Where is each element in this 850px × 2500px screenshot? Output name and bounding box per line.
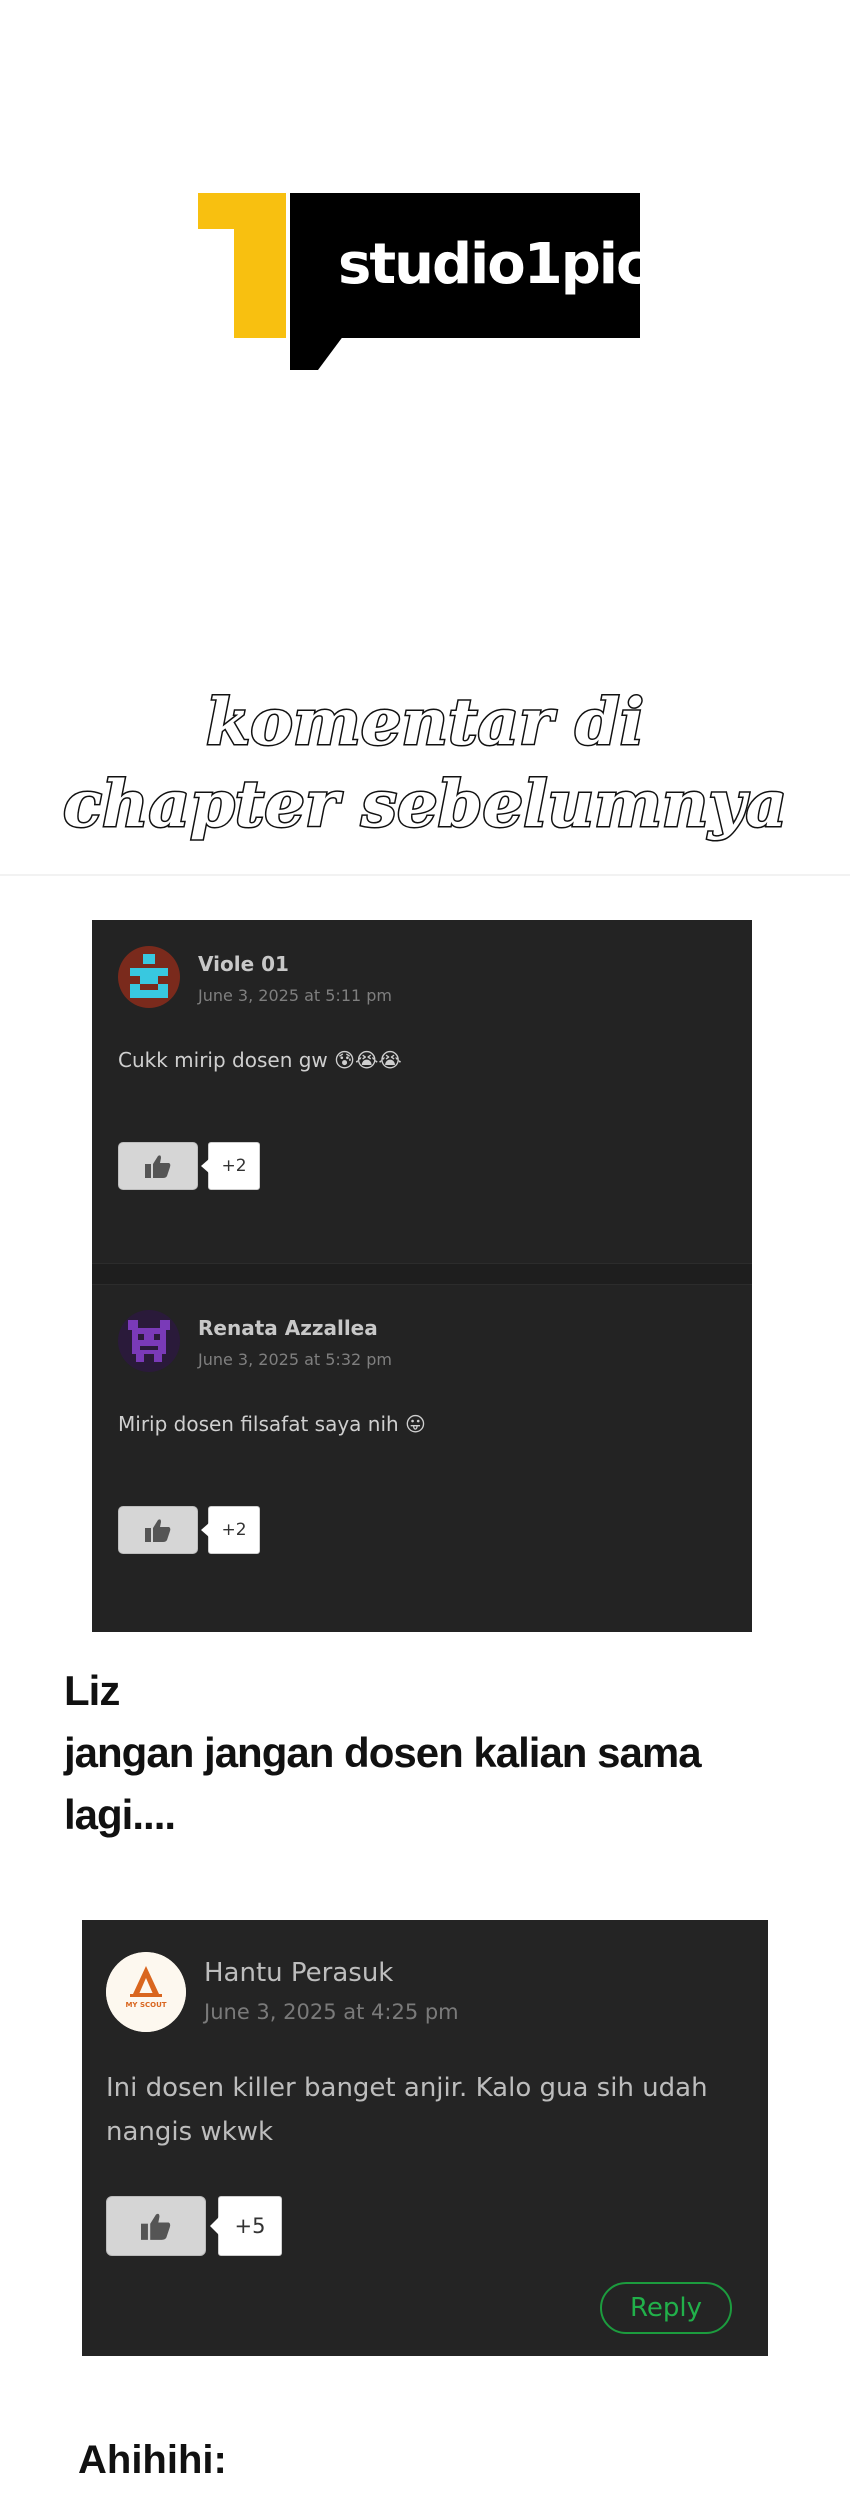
thumbs-up-icon (145, 1155, 171, 1178)
avatar (118, 946, 180, 1008)
comment-author: Viole 01 (198, 952, 289, 976)
like-count: +5 (210, 2196, 282, 2256)
like-button[interactable] (118, 1506, 198, 1554)
narration-line-2: jangan jangan dosen kalian sama (64, 1729, 702, 1776)
narration-text: Liz jangan jangan dosen kalian sama lagi… (64, 1660, 702, 1846)
comment-date: June 3, 2025 at 5:11 pm (198, 986, 393, 1005)
comment-text: Mirip dosen filsafat saya nih 😛 (118, 1412, 426, 1436)
like-count: +2 (201, 1142, 260, 1190)
studio1pic-logo: studio1pic (198, 193, 649, 370)
logo-one-flag (198, 193, 238, 229)
divider (0, 874, 850, 876)
thumbs-up-icon (141, 2213, 171, 2240)
logo-brand-text: studio1pic (338, 232, 649, 297)
logo-one-bar (234, 193, 286, 338)
comment-author: Hantu Perasuk (204, 1958, 394, 1988)
reply-button[interactable]: Reply (600, 2282, 732, 2334)
page-heading: komentar di chapter sebelumnya (0, 682, 850, 846)
comment-text-line-2: nangis wkwk (106, 2117, 274, 2147)
comment-date: June 3, 2025 at 4:25 pm (204, 2000, 459, 2024)
like-count: +2 (201, 1506, 260, 1554)
comments-screenshot-1: Viole 01 June 3, 2025 at 5:11 pm Cukk mi… (92, 920, 752, 1632)
comments-screenshot-2: MY SCOUT Hantu Perasuk June 3, 2025 at 4… (82, 1920, 768, 2356)
comment-date: June 3, 2025 at 5:32 pm (198, 1350, 393, 1369)
comment-item: Viole 01 June 3, 2025 at 5:11 pm Cukk mi… (118, 946, 718, 1190)
logo-speech-tail (290, 335, 344, 370)
comment-item: Renata Azzallea June 3, 2025 at 5:32 pm … (118, 1310, 718, 1554)
narration-line-3: lagi.... (64, 1791, 176, 1838)
avatar (118, 1310, 180, 1372)
narration-text-2: Ahihihi: (78, 2438, 227, 2482)
heading-line-1: komentar di (204, 684, 645, 762)
like-button[interactable] (106, 2196, 206, 2256)
like-button[interactable] (118, 1142, 198, 1190)
narration-line-1: Liz (64, 1667, 120, 1714)
comment-text-line-1: Ini dosen killer banget anjir. Kalo gua … (106, 2073, 708, 2103)
heading-line-2: chapter sebelumnya (62, 766, 789, 844)
svg-text:MY SCOUT: MY SCOUT (125, 2001, 166, 2009)
comment-text: Ini dosen killer banget anjir. Kalo gua … (106, 2066, 726, 2154)
thumbs-up-icon (145, 1519, 171, 1542)
comment-author: Renata Azzallea (198, 1316, 378, 1340)
avatar: MY SCOUT (106, 1952, 186, 2032)
comment-text: Cukk mirip dosen gw 😰😭😭 (118, 1048, 402, 1072)
comment-separator (92, 1263, 752, 1285)
scout-logo-icon: MY SCOUT (106, 1952, 186, 2032)
